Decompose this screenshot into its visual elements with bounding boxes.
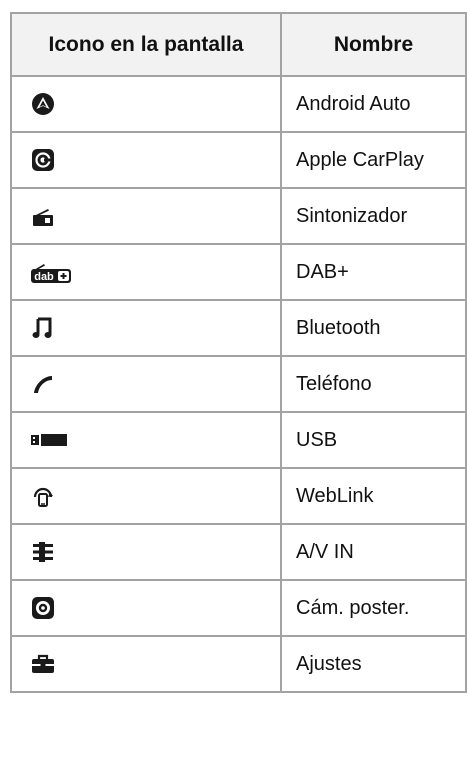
- weblink-icon: [30, 483, 56, 509]
- name-cell: Apple CarPlay: [280, 131, 467, 189]
- name-cell: Android Auto: [280, 75, 467, 133]
- name-cell: Cám. poster.: [280, 579, 467, 637]
- av-in-cable-icon: [30, 539, 56, 565]
- table-row: A/V IN: [10, 523, 467, 581]
- name-cell: DAB+: [280, 243, 467, 301]
- table-row: Ajustes: [10, 635, 467, 693]
- android-auto-icon: [30, 91, 56, 117]
- table-row: USB: [10, 411, 467, 469]
- bluetooth-music-note-icon: [30, 315, 56, 341]
- usb-drive-icon: [30, 427, 72, 453]
- icon-cell: [10, 187, 282, 245]
- table-row: Android Auto: [10, 75, 467, 133]
- icon-cell: [10, 411, 282, 469]
- icon-cell: [10, 299, 282, 357]
- header-icon-column: Icono en la pantalla: [10, 12, 282, 77]
- name-cell: Ajustes: [280, 635, 467, 693]
- name-cell: Teléfono: [280, 355, 467, 413]
- table-row: WebLink: [10, 467, 467, 525]
- name-cell: A/V IN: [280, 523, 467, 581]
- icon-cell: [10, 467, 282, 525]
- icon-cell: dab: [10, 243, 282, 301]
- name-cell: Sintonizador: [280, 187, 467, 245]
- phone-handset-icon: [30, 371, 56, 397]
- table-row: Sintonizador: [10, 187, 467, 245]
- name-cell: Bluetooth: [280, 299, 467, 357]
- table-row: Apple CarPlay: [10, 131, 467, 189]
- tuner-radio-icon: [30, 203, 56, 229]
- table-row: Cám. poster.: [10, 579, 467, 637]
- settings-toolbox-icon: [30, 651, 56, 677]
- icon-cell: [10, 579, 282, 637]
- rear-camera-icon: [30, 595, 56, 621]
- icon-cell: [10, 75, 282, 133]
- icon-cell: [10, 355, 282, 413]
- icon-cell: [10, 523, 282, 581]
- table-row: dab DAB+: [10, 243, 467, 301]
- icon-cell: [10, 635, 282, 693]
- apple-carplay-icon: [30, 147, 56, 173]
- name-cell: USB: [280, 411, 467, 469]
- header-name-column: Nombre: [280, 12, 467, 77]
- table-row: Teléfono: [10, 355, 467, 413]
- icon-name-table: Icono en la pantalla Nombre Android Auto…: [10, 12, 467, 693]
- table-header-row: Icono en la pantalla Nombre: [10, 12, 467, 77]
- dab-icon-text: dab: [34, 271, 54, 283]
- table-row: Bluetooth: [10, 299, 467, 357]
- dab-plus-icon: dab: [30, 259, 72, 285]
- name-cell: WebLink: [280, 467, 467, 525]
- icon-cell: [10, 131, 282, 189]
